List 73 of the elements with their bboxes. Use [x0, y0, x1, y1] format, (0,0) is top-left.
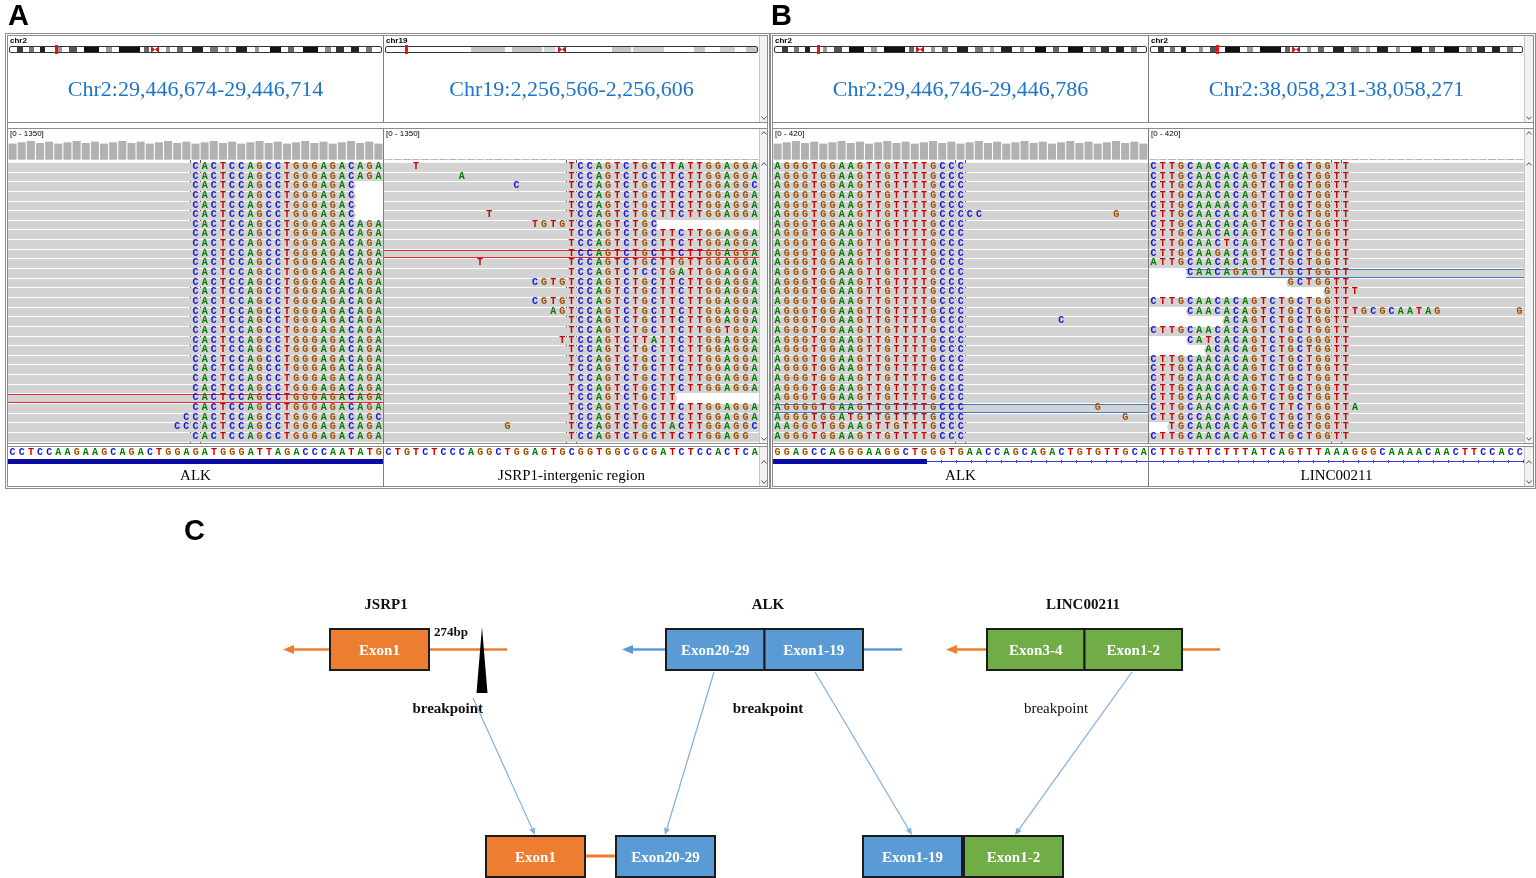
panel-label: B [771, 0, 792, 31]
exon-block: Exon1-19 [763, 628, 864, 671]
gene-label: ALK [945, 466, 976, 484]
scroll-up-icon[interactable] [1526, 460, 1532, 464]
read-bases: T [412, 163, 421, 172]
scrollbar[interactable] [759, 447, 767, 458]
chromosome-label: chr19 [385, 36, 408, 45]
gene-label: LINC00211 [1300, 466, 1373, 484]
centromere-icon [558, 46, 567, 53]
chromosome-label: chr2 [774, 36, 792, 45]
read-bases: GTTT [1323, 288, 1360, 297]
coverage-range-label: [0 - 1350] [9, 129, 44, 138]
gene-label: JSRP1 [364, 596, 408, 612]
locus-label: Chr19:2,256,566-2,256,606 [449, 75, 694, 102]
scroll-down-icon[interactable] [1526, 116, 1532, 120]
locus-label: Chr2:29,446,746-29,446,786 [832, 75, 1089, 102]
exon-block: Exon1-2 [963, 835, 1064, 878]
read-bases: A [457, 172, 467, 182]
read-bases: C [1057, 317, 1066, 326]
read-bases: G [1112, 211, 1121, 220]
centromere-icon [1291, 46, 1300, 53]
locus-label: Chr2:29,446,674-29,446,714 [67, 75, 324, 102]
read-bases: G [1515, 307, 1524, 317]
scroll-down-icon[interactable] [760, 116, 767, 120]
chromosome-label: chr2 [9, 36, 27, 45]
gene-label: ALK [751, 596, 785, 612]
scrollbar[interactable] [1524, 129, 1533, 160]
scrollbar[interactable] [1524, 36, 1533, 122]
exon-block: Exon1 [329, 628, 430, 671]
centromere-icon [150, 46, 159, 53]
locus-label: Chr2:38,058,231-38,058,271 [1208, 75, 1465, 102]
coverage-range-label: [0 - 420] [1150, 129, 1181, 138]
scroll-down-icon[interactable] [760, 480, 767, 484]
scroll-down-icon[interactable] [760, 437, 767, 441]
exon-block: Exon20-29 [615, 835, 716, 878]
read-bases: G [1121, 413, 1130, 423]
scrollbar[interactable] [1524, 458, 1533, 486]
read-bases: T [485, 211, 494, 220]
breakpoint-label: breakpoint [1023, 700, 1089, 716]
exon-block: Exon3-4 [986, 628, 1086, 671]
scrollbar[interactable] [759, 160, 767, 443]
read-bases: G [1093, 404, 1103, 413]
panel-label: A [8, 0, 29, 31]
gene-label: JSRP1-intergenic region [498, 466, 645, 484]
scrollbar[interactable] [759, 458, 767, 486]
read-bases: G [503, 423, 512, 432]
centromere-icon [915, 46, 924, 53]
scroll-up-icon[interactable] [760, 460, 767, 464]
exon-block: Exon1 [485, 835, 586, 878]
scrollbar[interactable] [759, 129, 767, 160]
chromosome-label: chr2 [1150, 36, 1168, 45]
read-bases: T [476, 259, 485, 269]
scrollbar[interactable] [1524, 447, 1533, 458]
breakpoint-label: breakpoint [412, 700, 483, 716]
exon-block: Exon1-19 [862, 835, 963, 878]
distance-label: 274bp [434, 624, 468, 639]
coverage-range-label: [0 - 1350] [385, 129, 420, 138]
scroll-up-icon[interactable] [1526, 131, 1532, 135]
breakpoint-label: breakpoint [732, 700, 804, 716]
scroll-up-icon[interactable] [1526, 162, 1532, 166]
scroll-up-icon[interactable] [760, 162, 767, 166]
gene-label: ALK [180, 466, 211, 484]
scroll-down-icon[interactable] [1526, 480, 1532, 484]
coverage-range-label: [0 - 420] [774, 129, 805, 138]
scrollbar[interactable] [759, 36, 767, 122]
gene-label: LINC00211 [1045, 596, 1121, 612]
scrollbar[interactable] [1524, 160, 1533, 443]
exon-block: Exon20-29 [665, 628, 766, 671]
exon-block: Exon1-2 [1083, 628, 1183, 671]
panel-label: C [184, 514, 205, 546]
scroll-down-icon[interactable] [1526, 437, 1532, 441]
read-bases: C [512, 182, 522, 191]
scroll-up-icon[interactable] [760, 131, 767, 135]
